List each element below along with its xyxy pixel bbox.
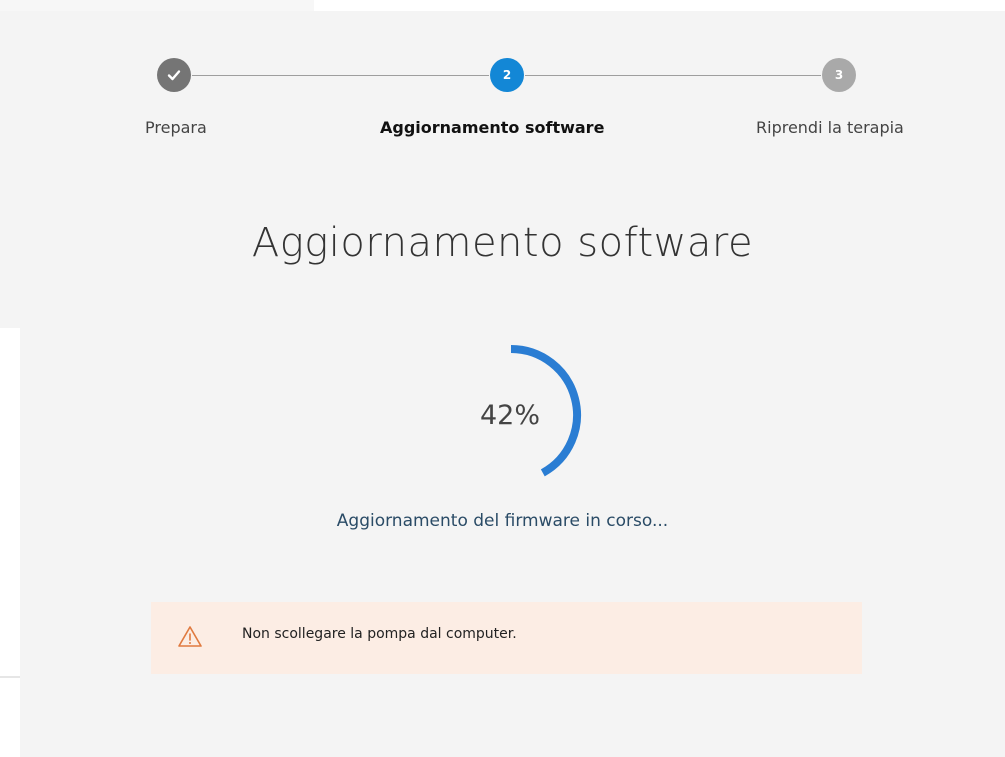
step-3-label: Riprendi la terapia [756, 118, 904, 137]
stepper-connector-2 [525, 75, 821, 76]
step-2-indicator: 2 [490, 58, 524, 92]
progress-percent: 42% [479, 400, 540, 431]
warning-triangle-icon [178, 626, 202, 647]
step-3-number: 3 [834, 68, 844, 82]
warning-text: Non scollegare la pompa dal computer. [242, 626, 517, 642]
stepper-connector-1 [192, 75, 489, 76]
step-2-label: Aggiornamento software [380, 118, 605, 137]
warning-banner: Non scollegare la pompa dal computer. [151, 602, 862, 674]
step-1-indicator [157, 58, 191, 92]
step-3-indicator: 3 [822, 58, 856, 92]
page-title: Aggiornamento software [251, 220, 754, 266]
progress-status-text: Aggiornamento del firmware in corso... [336, 511, 669, 531]
step-1-label: Prepara [145, 118, 207, 137]
panel-edge-divider [0, 676, 20, 678]
step-2-number: 2 [502, 68, 512, 82]
check-icon [167, 70, 181, 81]
